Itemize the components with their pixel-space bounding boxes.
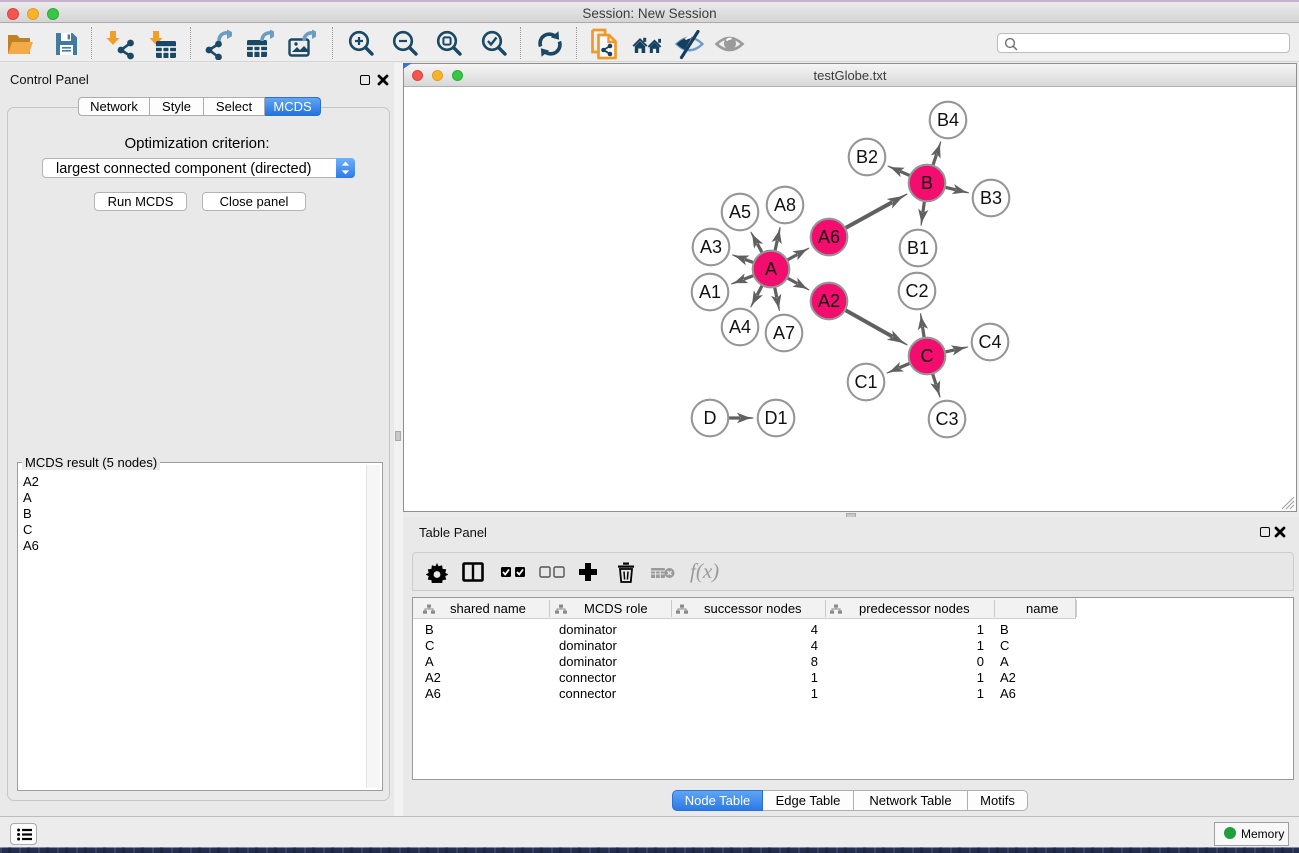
svg-text:A4: A4 [729,317,751,337]
svg-text:B: B [921,173,933,193]
svg-text:A: A [765,259,777,279]
svg-text:A5: A5 [729,202,751,222]
svg-text:B1: B1 [907,238,929,258]
svg-text:A6: A6 [818,227,840,247]
svg-text:A8: A8 [774,195,796,215]
svg-text:B3: B3 [980,188,1002,208]
svg-text:C1: C1 [854,372,877,392]
svg-text:A1: A1 [699,282,721,302]
svg-text:D: D [704,408,717,428]
svg-text:A3: A3 [700,237,722,257]
svg-text:A2: A2 [818,291,840,311]
svg-text:C: C [921,346,934,366]
svg-text:B2: B2 [856,147,878,167]
svg-text:C3: C3 [935,409,958,429]
svg-text:D1: D1 [764,408,787,428]
svg-text:C4: C4 [978,332,1001,352]
svg-text:A7: A7 [773,323,795,343]
svg-text:B4: B4 [937,110,959,130]
svg-text:C2: C2 [905,281,928,301]
